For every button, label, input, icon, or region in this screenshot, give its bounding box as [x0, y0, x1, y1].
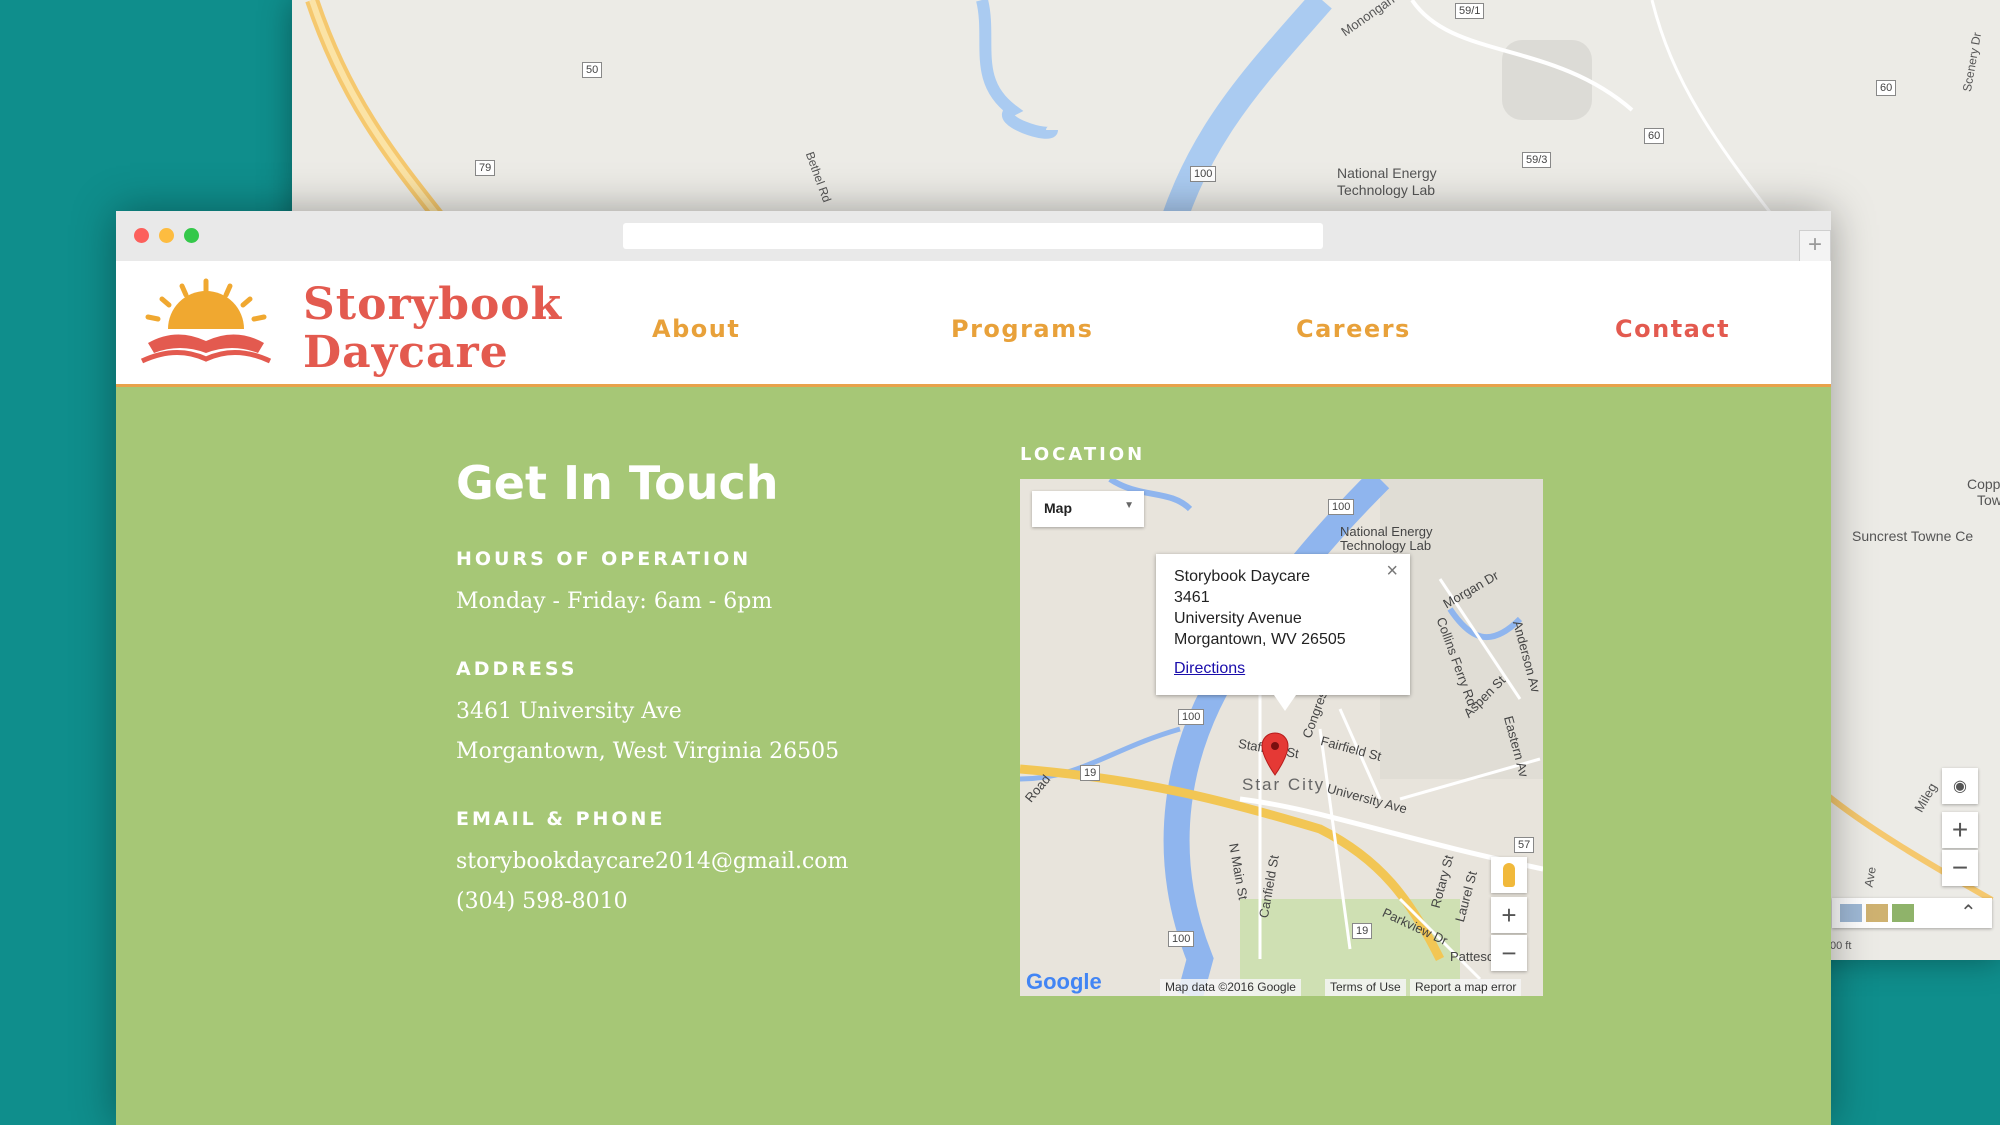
maximize-window-icon[interactable] — [184, 228, 199, 243]
address-line2: Morgantown, West Virginia 26505 — [456, 739, 840, 764]
address-line1: 3461 University Ave — [456, 699, 682, 724]
info-name: Storybook Daycare — [1174, 568, 1311, 585]
bg-zoom-in-button[interactable]: + — [1942, 812, 1978, 848]
info-line2: University Avenue — [1174, 610, 1302, 627]
map-zoom-out-button[interactable]: − — [1491, 935, 1527, 971]
directions-link[interactable]: Directions — [1174, 658, 1346, 679]
map-route-100-c: 100 — [1168, 931, 1195, 947]
bg-label-tow: Tow — [1977, 492, 2000, 508]
map-label-energy-lab: National Energy Technology Lab — [1340, 524, 1433, 553]
info-line3: Morgantown, WV 26505 — [1174, 631, 1346, 648]
info-line1: 3461 — [1174, 589, 1210, 606]
address-bar[interactable] — [623, 223, 1323, 249]
brand-line2: Daycare — [303, 327, 509, 378]
phone-link[interactable]: (304) 598-8010 — [456, 889, 628, 914]
route-shield-60-b: 60 — [1876, 80, 1897, 96]
report-error-link[interactable]: Report a map error — [1410, 979, 1522, 996]
map-route-57: 57 — [1514, 837, 1535, 853]
bg-zoom-out-button[interactable]: − — [1942, 850, 1978, 886]
hours-label: HOURS OF OPERATION — [456, 548, 752, 570]
map-route-19-b: 19 — [1352, 923, 1373, 939]
route-shield-59-3: 59/3 — [1522, 152, 1552, 168]
route-shield-59-1: 59/1 — [1455, 3, 1485, 19]
pegman-icon — [1503, 863, 1515, 887]
browser-chrome: + — [116, 211, 1831, 262]
map-route-100-b: 100 — [1178, 709, 1205, 725]
map-data-credit: Map data ©2016 Google — [1160, 979, 1301, 996]
map-route-19-a: 19 — [1080, 765, 1101, 781]
route-shield-60: 60 — [1644, 128, 1665, 144]
minimize-window-icon[interactable] — [159, 228, 174, 243]
google-logo[interactable]: Google — [1026, 969, 1102, 995]
brand-line1: Storybook — [303, 279, 563, 330]
dropdown-icon: ▼ — [1124, 500, 1134, 511]
nav-careers[interactable]: Careers — [1296, 315, 1411, 343]
route-shield-100: 100 — [1190, 166, 1217, 182]
close-icon[interactable]: × — [1386, 560, 1398, 583]
email-phone-label: EMAIL & PHONE — [456, 808, 666, 830]
route-shield-79: 79 — [475, 160, 496, 176]
thumbnail-icon[interactable] — [1840, 904, 1862, 922]
bg-label-suncrest: Suncrest Towne Ce — [1852, 528, 1974, 544]
bg-scale: 00 ft — [1830, 940, 1852, 952]
email-link[interactable]: storybookdaycare2014@gmail.com — [456, 849, 848, 874]
bg-label-energy-lab: National Energy Technology Lab — [1337, 165, 1437, 198]
site-brand[interactable]: Storybook Daycare — [303, 281, 562, 377]
location-label: LOCATION — [1020, 444, 1146, 465]
map-type-label: Map — [1044, 500, 1072, 516]
address-label: ADDRESS — [456, 658, 578, 680]
nav-programs[interactable]: Programs — [951, 315, 1093, 343]
route-shield-50: 50 — [582, 62, 603, 78]
page-title: Get In Touch — [456, 456, 779, 510]
site-header: Storybook Daycare About Programs Careers… — [116, 261, 1831, 387]
bg-map-thumbnails[interactable]: ⌃ — [1832, 898, 1992, 928]
map-route-100-a: 100 — [1328, 499, 1355, 515]
browser-window: + Storybook Daycare About Programs Caree — [116, 211, 1831, 1125]
map-zoom-in-button[interactable]: + — [1491, 897, 1527, 933]
terms-link[interactable]: Terms of Use — [1325, 979, 1406, 996]
new-tab-button[interactable]: + — [1799, 230, 1831, 262]
bg-label-copp: Copp — [1967, 476, 2000, 492]
hours-value: Monday - Friday: 6am - 6pm — [456, 589, 773, 614]
location-map[interactable]: National Energy Technology Lab Morgan Dr… — [1020, 479, 1543, 996]
close-window-icon[interactable] — [134, 228, 149, 243]
thumbnail-icon[interactable] — [1866, 904, 1888, 922]
google-logo-text: Google — [1026, 969, 1102, 994]
nav-contact[interactable]: Contact — [1615, 315, 1730, 343]
sun-book-logo-icon[interactable] — [136, 277, 276, 367]
bg-locate-icon[interactable]: ◉ — [1942, 768, 1978, 804]
pegman-button[interactable] — [1491, 857, 1527, 893]
nav-about[interactable]: About — [652, 315, 740, 343]
map-label-patteson: Patteso — [1450, 949, 1495, 964]
map-info-window: Storybook Daycare 3461 University Avenue… — [1156, 554, 1410, 711]
expand-icon[interactable]: ⌃ — [1960, 900, 1977, 925]
map-label-star-city: Star City — [1242, 775, 1326, 794]
info-pointer — [1274, 695, 1296, 711]
map-type-select[interactable]: Map ▼ — [1032, 491, 1144, 527]
map-pin-icon[interactable] — [1260, 731, 1290, 777]
thumbnail-icon[interactable] — [1892, 904, 1914, 922]
